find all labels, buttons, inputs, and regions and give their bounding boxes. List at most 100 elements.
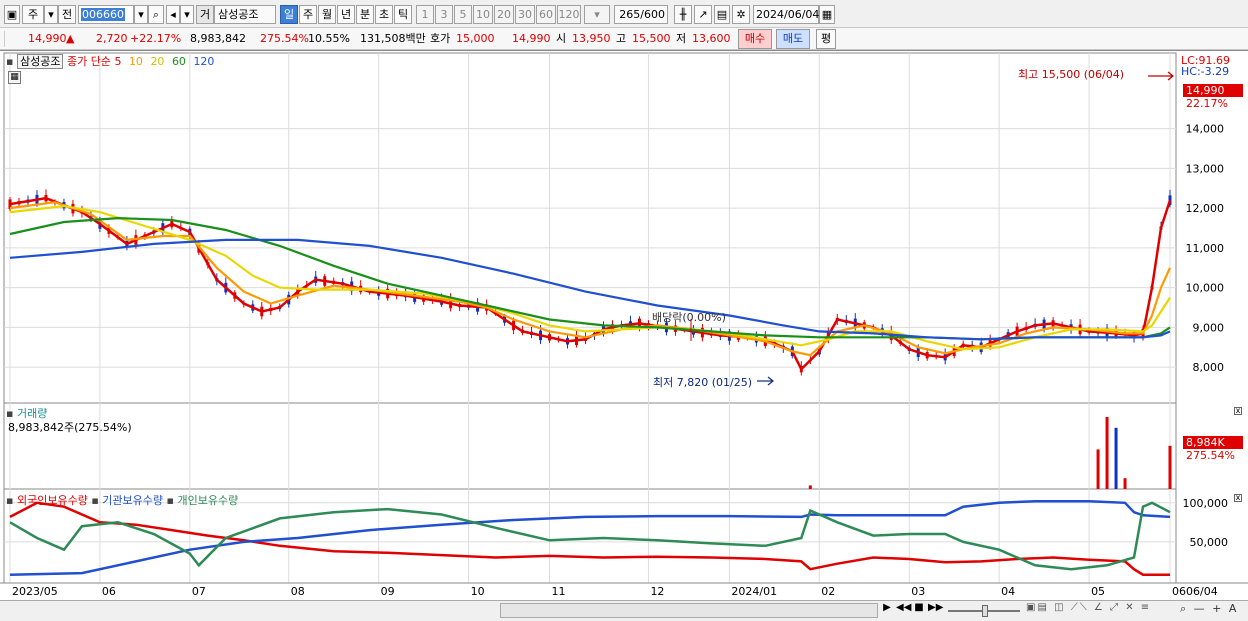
volume-panel-frame [3,402,1177,490]
period-day-label: 일 [283,8,295,21]
interval-10-label: 10 [476,8,490,21]
period-day[interactable]: 일 [280,5,298,24]
zoom-controls[interactable]: ⌕ — + A [1180,602,1246,618]
play-icon[interactable]: ▶ [880,602,894,618]
horizontal-scrollbar[interactable] [500,603,878,618]
draw-icon[interactable]: ↗ [694,5,712,24]
x-tick-label: 02 [821,585,835,598]
menu-icon[interactable]: ▪ [6,55,13,68]
interval-20[interactable]: 20 [494,5,514,24]
market-label-text: 거 [199,8,211,21]
volume-bar [1168,445,1172,489]
interval-120[interactable]: 120 [557,5,581,24]
ma-legend-5: 5 [114,55,122,68]
stock-name-tag[interactable]: 삼성공조 [16,54,64,69]
count-field[interactable]: 265/600 [614,5,668,24]
search-icon[interactable]: ⌕ [148,5,164,24]
x-tick-label: 11 [552,585,566,598]
period-second[interactable]: 초 [375,5,393,24]
period-minute[interactable]: 분 [356,5,374,24]
x-tick-label: 10 [471,585,485,598]
chevron-down-icon[interactable]: ▾ [44,5,58,24]
x-tick-label: 03 [911,585,925,598]
period-year[interactable]: 년 [337,5,355,24]
type-label: 주 [27,8,39,21]
price-tick-label: 10,000 [1186,282,1225,295]
drawing-tools[interactable]: ▣▤ ◫ ⟋⟍ ∠ ⤢ ✕ ≡ [1026,602,1176,618]
grid-toggle-icon[interactable]: ▦ [8,71,21,84]
high-price: 15,500 [632,32,671,45]
price-tick-label: 13,000 [1186,162,1225,175]
stock-name-field[interactable]: 삼성공조 [214,5,276,24]
interval-custom-dropdown[interactable]: ▾ [584,5,610,24]
chevron-down-icon-2[interactable]: ▾ [180,5,194,24]
stop-icon[interactable]: ■ [912,602,926,618]
save-icon[interactable]: ▤ [714,5,730,24]
period-week-label: 주 [302,8,314,21]
price-tick-label: 11,000 [1186,242,1225,255]
price-tick-label: 14,000 [1186,123,1225,136]
dividend-annotation: 배당락(0.00%) [652,311,726,324]
ask-price: 15,000 [456,32,495,45]
period-year-label: 년 [340,8,352,21]
volume-last-tag: 8,984K [1183,436,1243,449]
close-panel-icon[interactable]: x [1234,407,1242,415]
stock-code-input[interactable]: 006660 [78,5,134,24]
x-tick-label: 12 [650,585,664,598]
price-tick-label: 9,000 [1193,321,1225,334]
code-dropdown-icon[interactable]: ▾ [134,5,148,24]
volume-bar [1114,427,1118,489]
gear-icon[interactable]: ✲ [732,5,750,24]
date-field[interactable]: 2024/06/04 [753,5,819,24]
interval-30[interactable]: 30 [515,5,535,24]
count-total: /600 [640,8,665,21]
eval-button[interactable]: 평 [816,29,836,49]
chart-svg[interactable]: 2023/05 06 07 08 09 10 11 12 2024/01 02 03 04 05 06 06… [0,51,1248,601]
period-tick[interactable]: 틱 [394,5,412,24]
holdings-lines [9,499,1171,576]
forward-icon[interactable]: ▶▶ [928,602,943,618]
ma-legend-20: 20 [150,55,165,68]
x-tick-label: 05 [1091,585,1105,598]
interval-3[interactable]: 3 [435,5,453,24]
holdings-legend: ▪ 외국인보유수량 ▪ 기관보유수량 ▪ 개인보유수량 [6,494,239,507]
last-pct-tag: 22.17% [1186,97,1228,110]
high-annotation: 최고 15,500 (06/04) [1018,68,1125,81]
period-minute-label: 분 [359,8,371,21]
interval-60[interactable]: 60 [536,5,556,24]
x-tick-label: 06 [1172,585,1186,598]
rewind-icon[interactable]: ◀◀ [896,602,911,618]
period-month[interactable]: 월 [318,5,336,24]
interval-10[interactable]: 10 [473,5,493,24]
up-arrow-icon: ▲ [66,32,75,45]
x-tick-right: 06/04 [1186,585,1218,598]
eval-button-label: 평 [820,32,832,45]
calendar-icon[interactable]: ▦ [819,5,835,24]
interval-1-label: 1 [421,8,429,21]
prev-button[interactable]: 전 [58,5,76,24]
hc-label: HC:-3.29 [1181,65,1230,78]
interval-5[interactable]: 5 [454,5,472,24]
window-icon[interactable]: ▣ [4,5,20,24]
trade-amount: 131,508백만 [360,32,426,45]
speaker-icon[interactable]: ◂ [166,5,180,24]
stock-code-value: 006660 [81,8,125,21]
interval-20-label: 20 [497,8,511,21]
period-week[interactable]: 주 [299,5,317,24]
period-month-label: 월 [321,8,333,21]
ma-legend-60: 60 [171,55,186,68]
sell-button-label: 매도 [782,32,804,45]
zoom-slider-thumb[interactable] [982,605,988,617]
legend-institution: 기관보유수량 [102,494,164,507]
type-select[interactable]: 주 [22,5,44,24]
buy-button[interactable]: 매수 [738,29,772,49]
ma-legend-10: 10 [128,55,143,68]
sell-button[interactable]: 매도 [776,29,810,49]
volume-bar [1105,417,1109,489]
chart-area[interactable]: 2023/05 06 07 08 09 10 11 12 2024/01 02 03 04 05 06 06… [0,50,1248,600]
close-panel-icon-2[interactable]: x [1234,494,1242,502]
interval-1[interactable]: 1 [416,5,434,24]
x-tick-label: 06 [102,585,116,598]
toolbar: ▣ 주 ▾ 전 006660 ▾ ⌕ ◂ ▾ 거 삼성공조 일 주 월 년 분 … [0,0,1248,28]
candle-icon[interactable]: ╫ [674,5,692,24]
